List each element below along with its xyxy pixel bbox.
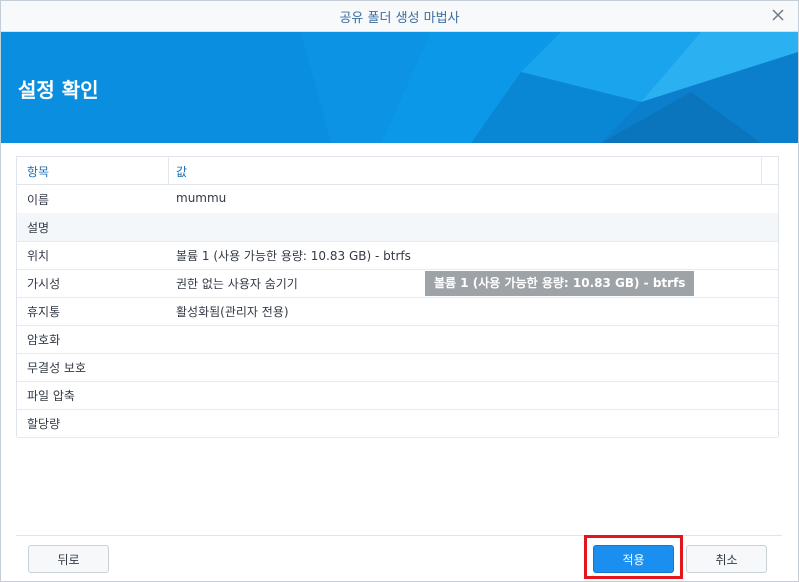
location-tooltip: 볼륨 1 (사용 가능한 용량: 10.83 GB) - btrfs bbox=[425, 271, 695, 296]
table-row[interactable]: 무결성 보호 bbox=[17, 353, 778, 382]
column-header-value[interactable]: 값 bbox=[176, 163, 187, 180]
table-row[interactable]: 설명 bbox=[17, 213, 778, 242]
row-key: 무결성 보호 bbox=[27, 361, 87, 375]
title-bar: 공유 폴더 생성 마법사 bbox=[1, 1, 798, 32]
row-value: 활성화됨(관리자 전용) bbox=[176, 305, 289, 319]
header-banner: 설정 확인 bbox=[1, 32, 798, 143]
row-value: mummu bbox=[176, 191, 227, 205]
table-row[interactable]: 위치 볼륨 1 (사용 가능한 용량: 10.83 GB) - btrfs bbox=[17, 241, 778, 270]
row-key: 설명 bbox=[27, 221, 50, 235]
row-key: 파일 압축 bbox=[27, 389, 75, 403]
close-icon[interactable] bbox=[768, 5, 788, 25]
row-key: 휴지통 bbox=[27, 305, 61, 319]
table-row[interactable]: 암호화 bbox=[17, 325, 778, 354]
column-divider bbox=[761, 157, 762, 184]
window-title: 공유 폴더 생성 마법사 bbox=[339, 11, 460, 26]
cancel-button[interactable]: 취소 bbox=[686, 545, 767, 573]
wizard-window: 공유 폴더 생성 마법사 설정 확인 항목 값 이름 mummu 설명 위치 볼… bbox=[0, 0, 799, 582]
row-key: 할당량 bbox=[27, 417, 61, 431]
back-button[interactable]: 뒤로 bbox=[28, 545, 109, 573]
apply-highlight-box bbox=[584, 535, 683, 579]
row-key: 암호화 bbox=[27, 333, 61, 347]
settings-table: 항목 값 이름 mummu 설명 위치 볼륨 1 (사용 가능한 용량: 10.… bbox=[16, 156, 779, 438]
row-key: 이름 bbox=[27, 193, 50, 207]
page-title: 설정 확인 bbox=[18, 78, 99, 102]
table-row[interactable]: 할당량 bbox=[17, 409, 778, 438]
column-header-item[interactable]: 항목 bbox=[27, 163, 49, 180]
row-value: 볼륨 1 (사용 가능한 용량: 10.83 GB) - btrfs bbox=[176, 249, 411, 263]
banner-pattern bbox=[1, 32, 798, 143]
table-row[interactable]: 이름 mummu bbox=[17, 185, 778, 214]
table-header: 항목 값 bbox=[17, 157, 778, 185]
table-row[interactable]: 휴지통 활성화됨(관리자 전용) bbox=[17, 297, 778, 326]
table-row[interactable]: 파일 압축 bbox=[17, 381, 778, 410]
column-divider bbox=[168, 157, 169, 184]
row-value: 권한 없는 사용자 숨기기 bbox=[176, 277, 298, 291]
row-key: 위치 bbox=[27, 249, 50, 263]
row-key: 가시성 bbox=[27, 277, 61, 291]
